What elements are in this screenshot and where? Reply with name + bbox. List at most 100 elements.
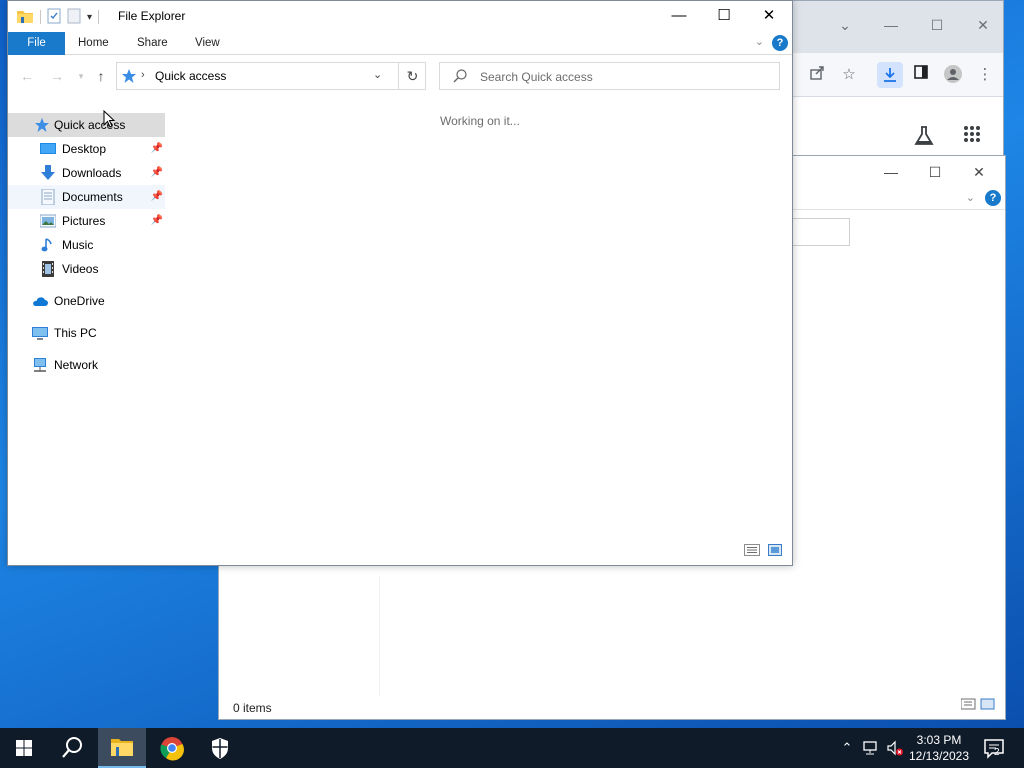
tab-search-icon[interactable]: ⌄ — [835, 15, 855, 35]
tree-item-network[interactable]: Network — [8, 353, 165, 377]
file-explorer-window: ▾ File Explorer — ☐ ✕ File Home Share Vi… — [7, 0, 793, 566]
details-view-icon[interactable] — [744, 544, 760, 559]
apps-grid-icon[interactable] — [963, 125, 981, 146]
network-tray-icon[interactable] — [862, 739, 880, 757]
start-button[interactable] — [0, 728, 48, 768]
close-button[interactable]: ✕ — [746, 1, 792, 31]
this-pc-monitor-icon — [32, 325, 48, 341]
tree-item-label: Music — [62, 238, 94, 252]
browser-content — [781, 97, 1003, 161]
network-icon — [32, 357, 48, 373]
chrome-taskbar-icon[interactable] — [148, 728, 196, 768]
tree-item-downloads[interactable]: Downloads 📌 — [8, 161, 165, 185]
view-toggle — [744, 544, 782, 559]
pin-icon[interactable]: 📌 — [151, 137, 163, 161]
tab-view[interactable]: View — [182, 32, 233, 55]
maximize-button[interactable]: ☐ — [701, 1, 747, 31]
search-taskbar-icon[interactable] — [48, 728, 96, 768]
large-icons-view-icon[interactable] — [768, 544, 782, 559]
tree-item-label: OneDrive — [54, 294, 105, 308]
onedrive-cloud-icon — [32, 293, 48, 309]
properties-icon[interactable] — [47, 8, 61, 27]
tree-item-label: This PC — [54, 326, 97, 340]
profile-avatar-icon[interactable] — [943, 65, 963, 85]
videos-folder-icon — [40, 261, 56, 277]
customize-qat-icon[interactable]: ▾ — [87, 12, 92, 23]
navigation-bar: ← → ▾ ↑ › Quick access ⌄ ↻ Search Quick … — [8, 57, 792, 95]
pictures-folder-icon — [39, 213, 57, 229]
help-icon[interactable]: ? — [772, 35, 788, 51]
labs-flask-icon[interactable] — [913, 125, 935, 150]
breadcrumb-chevron-icon[interactable]: › — [141, 69, 145, 81]
tree-item-label: Desktop — [62, 142, 107, 156]
mouse-cursor-icon — [103, 110, 115, 128]
notification-count-badge: 2 — [994, 747, 1000, 758]
pin-icon[interactable]: 📌 — [151, 209, 163, 233]
browser-close-button[interactable]: ✕ — [973, 15, 993, 35]
browser-tabstrip: ⌄ — ☐ ✕ — [781, 1, 1003, 53]
tree-item-label: Videos — [62, 262, 99, 276]
browser-maximize-button[interactable]: ☐ — [927, 15, 947, 35]
downloads-icon[interactable] — [877, 62, 903, 88]
bg-ribbon-chevron-icon[interactable]: ⌄ — [966, 191, 975, 204]
browser-menu-icon[interactable]: ⋮ — [975, 65, 995, 85]
search-box[interactable]: Search Quick access — [439, 62, 780, 90]
tree-item-quick-access[interactable]: Quick access — [8, 113, 165, 137]
qat-separator — [98, 10, 100, 24]
tree-item-documents[interactable]: Documents 📌 — [8, 185, 165, 209]
tree-item-this-pc[interactable]: This PC — [8, 321, 165, 345]
search-icon — [452, 68, 468, 84]
system-clock[interactable]: 3:03 PM 12/13/2023 — [904, 732, 974, 764]
back-arrow-icon[interactable]: ← — [16, 65, 38, 87]
tab-share[interactable]: Share — [124, 32, 181, 55]
side-panel-icon[interactable] — [911, 65, 931, 85]
pin-icon[interactable]: 📌 — [151, 185, 163, 209]
tab-file[interactable]: File — [8, 32, 65, 55]
explorer-app-icon[interactable] — [16, 8, 34, 27]
taskbar: ⌃ 3:03 PM 12/13/2023 2 — [0, 728, 1024, 768]
quick-access-star-icon — [121, 68, 137, 84]
volume-muted-icon[interactable] — [886, 739, 904, 757]
expand-ribbon-icon[interactable]: ⌄ — [755, 35, 764, 48]
security-shield-taskbar-icon[interactable] — [196, 728, 244, 768]
clock-date: 12/13/2023 — [908, 749, 970, 763]
clock-time: 3:03 PM — [916, 733, 962, 747]
minimize-button[interactable]: — — [656, 1, 702, 31]
loading-status: Working on it... — [440, 114, 520, 128]
new-folder-icon[interactable] — [67, 8, 81, 27]
refresh-icon[interactable]: ↻ — [398, 63, 426, 89]
address-bar[interactable]: › Quick access ⌄ ↻ — [116, 62, 426, 90]
desktop-folder-icon — [40, 141, 56, 157]
browser-window: ⌄ — ☐ ✕ ☆ ⋮ — [780, 0, 1004, 161]
qat-separator — [40, 10, 41, 24]
bg-close-button[interactable]: ✕ — [967, 162, 991, 182]
search-placeholder: Search Quick access — [480, 70, 593, 84]
tree-item-videos[interactable]: Videos — [8, 257, 165, 281]
quick-access-star-icon — [34, 117, 50, 133]
forward-arrow-icon[interactable]: → — [46, 65, 68, 87]
bg-minimize-button[interactable]: — — [879, 162, 903, 182]
bg-view-toggle-icons[interactable] — [960, 698, 995, 713]
tree-item-pictures[interactable]: Pictures 📌 — [8, 209, 165, 233]
up-arrow-icon[interactable]: ↑ — [90, 65, 112, 87]
pin-icon[interactable]: 📌 — [151, 161, 163, 185]
address-history-chevron-icon[interactable]: ⌄ — [373, 68, 382, 81]
tree-item-music[interactable]: Music — [8, 233, 165, 257]
downloads-folder-icon — [40, 165, 56, 181]
bg-help-icon[interactable]: ? — [985, 190, 1001, 206]
bg-status-items: 0 items — [233, 701, 272, 715]
tree-item-label: Network — [54, 358, 99, 372]
browser-minimize-button[interactable]: — — [881, 15, 901, 35]
share-icon[interactable] — [807, 65, 827, 85]
recent-locations-chevron-icon[interactable]: ▾ — [70, 65, 92, 87]
bg-maximize-button[interactable]: ☐ — [923, 162, 947, 182]
tab-home[interactable]: Home — [65, 32, 122, 55]
tray-overflow-chevron-icon[interactable]: ⌃ — [838, 739, 856, 757]
window-title: File Explorer — [118, 9, 186, 23]
browser-toolbar: ☆ ⋮ — [781, 53, 1003, 97]
tree-item-desktop[interactable]: Desktop 📌 — [8, 137, 165, 161]
tree-item-onedrive[interactable]: OneDrive — [8, 289, 165, 313]
file-explorer-taskbar-icon[interactable] — [98, 728, 146, 768]
breadcrumb-quick-access[interactable]: Quick access — [155, 69, 226, 83]
bookmark-star-icon[interactable]: ☆ — [839, 65, 859, 85]
